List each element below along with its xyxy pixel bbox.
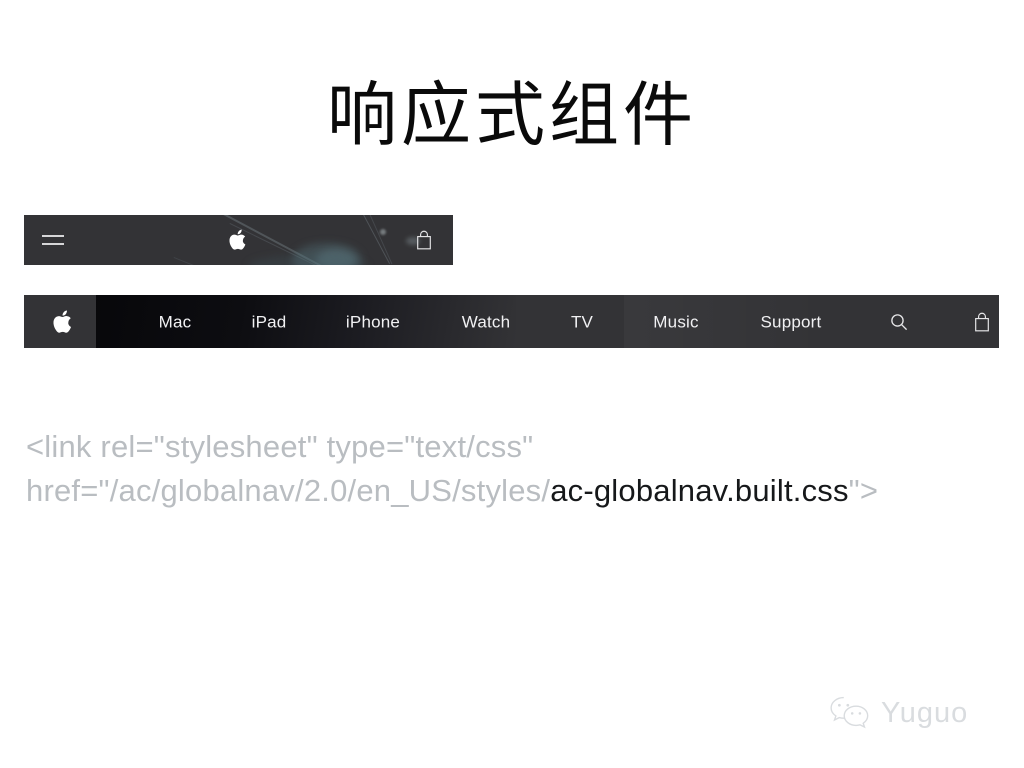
- search-icon[interactable]: [890, 312, 909, 331]
- shopping-bag-icon[interactable]: [415, 229, 433, 251]
- code-snippet-prefix: <link rel="stylesheet" type="text/css" h…: [26, 429, 551, 508]
- shopping-bag-icon[interactable]: [973, 311, 991, 333]
- nav-item-support[interactable]: Support: [761, 313, 822, 330]
- apple-logo-icon[interactable]: [53, 309, 75, 334]
- watermark-label: Yuguo: [881, 696, 969, 729]
- slide-canvas: 响应式组件 Mac iPad iPhone Watch TV Music Sup…: [0, 0, 1024, 768]
- nav-item-iphone[interactable]: iPhone: [346, 313, 400, 330]
- apple-global-nav-desktop[interactable]: Mac iPad iPhone Watch TV Music Support: [24, 295, 999, 348]
- nav-item-ipad[interactable]: iPad: [252, 313, 287, 330]
- code-snippet-highlight: ac-globalnav.built.css: [550, 473, 849, 508]
- wechat-icon: [828, 694, 872, 732]
- page-title: 响应式组件: [327, 74, 697, 156]
- nav-item-music[interactable]: Music: [653, 313, 698, 330]
- nav-item-tv[interactable]: TV: [571, 313, 593, 330]
- apple-logo-icon[interactable]: [228, 229, 248, 252]
- nav-item-mac[interactable]: Mac: [159, 313, 192, 330]
- code-snippet: <link rel="stylesheet" type="text/css" h…: [26, 425, 1004, 513]
- apple-global-nav-mobile[interactable]: [24, 215, 453, 265]
- watermark: Yuguo: [828, 694, 968, 732]
- hamburger-icon[interactable]: [42, 234, 64, 246]
- nav-item-watch[interactable]: Watch: [462, 313, 511, 330]
- code-snippet-suffix: ">: [848, 473, 879, 508]
